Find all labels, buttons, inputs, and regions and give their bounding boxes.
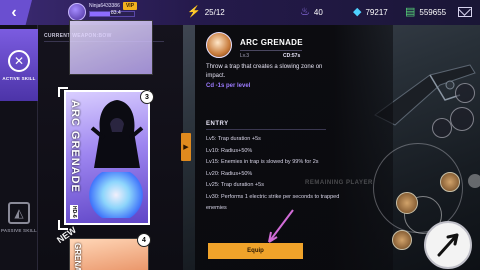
skill-slot-button[interactable]	[392, 230, 412, 250]
crossed-swords-icon: ✕	[8, 49, 30, 72]
card-code: HD-6	[70, 205, 78, 219]
flame-icon: ♨	[300, 6, 310, 18]
chevron-left-icon: ‹	[11, 3, 17, 21]
divider	[240, 50, 302, 51]
tab-label: ACTIVE SKILL	[2, 75, 36, 81]
skill-card-selected[interactable]: ARC GRENADE HD-6	[64, 90, 150, 225]
flame-value: 40	[313, 8, 323, 17]
crouch-button[interactable]	[455, 83, 475, 103]
card-title: GRENADE	[73, 243, 82, 270]
list-item: Lv5: Trap duration +5s	[206, 136, 261, 142]
skill-name: ARC GRENADE	[240, 38, 303, 47]
indicator-dot	[468, 174, 480, 188]
fire-button[interactable]	[424, 221, 472, 269]
avatar[interactable]	[68, 3, 86, 21]
divider	[206, 129, 326, 130]
arrow-icon	[437, 233, 459, 257]
player-name: Ninja6433386	[89, 3, 120, 9]
tab-label: PASSIVE SKILL	[0, 227, 38, 233]
card-level-badge: 3	[140, 90, 154, 104]
energy-counter[interactable]: ⚡ 25/12	[187, 0, 225, 25]
cash-value: 559655	[419, 8, 447, 17]
tab-passive-skill[interactable]: ◭ PASSIVE SKILL	[0, 181, 38, 253]
diamond-counter[interactable]: ◆ 79217	[353, 0, 388, 25]
skill-type-sidebar: ✕ ACTIVE SKILL ◭ PASSIVE SKILL	[0, 25, 38, 270]
level-text: 83.4	[111, 10, 121, 16]
card-title: ARC GRENADE	[69, 100, 81, 193]
tab-active-skill[interactable]: ✕ ACTIVE SKILL	[0, 29, 38, 101]
pointer-arrow-icon	[268, 209, 294, 243]
card-level-badge: 4	[137, 233, 151, 247]
vip-badge: VIP	[123, 2, 137, 10]
skill-slot-button[interactable]	[440, 172, 460, 192]
grenade-icon	[206, 32, 232, 58]
jump-button[interactable]	[450, 107, 474, 131]
skill-card-previous[interactable]	[69, 20, 153, 75]
lightning-icon: ⚡	[187, 6, 201, 18]
game-screen: ‹ Ninja6433386 VIP 83.4 ⚡ 25/12 ♨ 40 ◆ 7…	[0, 0, 480, 270]
cash-icon: ▤	[405, 6, 416, 18]
mail-icon[interactable]	[458, 7, 472, 17]
wolf-icon: ◭	[8, 201, 30, 224]
hooded-figure-icon	[90, 100, 144, 168]
diamond-icon: ◆	[353, 6, 362, 18]
chevron-right-icon: ▶	[183, 144, 189, 151]
electric-burst	[86, 172, 146, 218]
flame-counter[interactable]: ♨ 40	[300, 0, 323, 25]
energy-value: 25/12	[204, 8, 225, 17]
cooldown-note: Cd -1s per level	[206, 83, 251, 89]
skill-level: Lv.3	[240, 53, 250, 59]
skill-cooldown: CD:57s	[283, 53, 301, 59]
list-item: Lv10: Radius+50%	[206, 147, 253, 154]
expand-panel-button[interactable]: ▶	[181, 133, 191, 161]
list-item: Lv15: Enemies in trap is slowed by 99% f…	[206, 159, 319, 165]
entry-title: ENTRY	[206, 121, 229, 127]
skill-description: Throw a trap that creates a slowing zone…	[206, 64, 323, 79]
cash-counter[interactable]: ▤ 559655	[405, 0, 446, 25]
entry-list: Lv5: Trap duration +5s Lv10: Radius+50% …	[206, 134, 361, 215]
list-item: Lv20: Radius+50%	[206, 170, 253, 177]
level-progress-fill	[90, 12, 110, 16]
back-button[interactable]: ‹	[0, 0, 32, 25]
diamond-value: 79217	[365, 8, 388, 17]
remaining-player-label: REMAINING PLAYER	[305, 180, 373, 186]
skill-slot-button[interactable]	[396, 192, 418, 214]
reload-button[interactable]	[432, 118, 452, 138]
